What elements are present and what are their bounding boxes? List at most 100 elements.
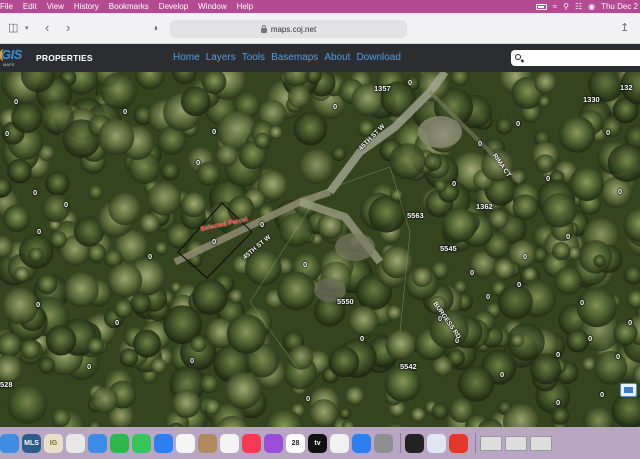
parcel-number[interactable]: 0 bbox=[517, 280, 521, 289]
parcel-number[interactable]: 528 bbox=[0, 380, 13, 389]
search-icon[interactable]: ⚲ bbox=[563, 0, 569, 13]
control-center-icon[interactable]: ☷ bbox=[575, 0, 582, 13]
nav-home[interactable]: Home bbox=[173, 52, 200, 63]
parcel-number[interactable]: 1362 bbox=[476, 202, 493, 211]
window-thumbnail[interactable] bbox=[530, 435, 552, 451]
menu-develop[interactable]: Develop bbox=[154, 0, 193, 13]
parcel-number[interactable]: 0 bbox=[303, 260, 307, 269]
siri-icon[interactable]: ◉ bbox=[588, 0, 595, 13]
parcel-number[interactable]: 5542 bbox=[400, 362, 417, 371]
parcel-number[interactable]: 0 bbox=[37, 227, 41, 236]
dock-app-reminders-icon[interactable] bbox=[220, 433, 239, 453]
parcel-number[interactable]: 0 bbox=[470, 268, 474, 277]
dock-app-mail-icon[interactable] bbox=[88, 433, 107, 453]
parcel-number[interactable]: 0 bbox=[408, 78, 412, 87]
dock-app-ig-icon[interactable]: IG bbox=[44, 433, 63, 453]
parcel-number[interactable]: 0 bbox=[616, 352, 620, 361]
parcel-number[interactable]: 0 bbox=[5, 129, 9, 138]
map-overview-widget[interactable] bbox=[620, 383, 637, 397]
dock-app-messages-icon[interactable] bbox=[132, 433, 151, 453]
window-thumbnail[interactable] bbox=[480, 435, 502, 451]
parcel-number[interactable]: 0 bbox=[606, 128, 610, 137]
parcel-number[interactable]: 0 bbox=[333, 102, 337, 111]
parcel-number[interactable]: 0 bbox=[196, 158, 200, 167]
nav-layers[interactable]: Layers bbox=[206, 52, 236, 63]
parcel-number[interactable]: 0 bbox=[306, 394, 310, 403]
parcel-number[interactable]: 0 bbox=[588, 334, 592, 343]
nav-tools[interactable]: Tools bbox=[242, 52, 265, 63]
parcel-number[interactable]: 0 bbox=[580, 298, 584, 307]
window-thumbnail[interactable] bbox=[505, 435, 527, 451]
dock-app-settings-icon[interactable] bbox=[374, 433, 393, 453]
parcel-number[interactable]: 0 bbox=[115, 318, 119, 327]
parcel-number[interactable]: 132 bbox=[620, 83, 633, 92]
menu-bookmarks[interactable]: Bookmarks bbox=[104, 0, 154, 13]
dock-app-preview-icon[interactable] bbox=[427, 433, 446, 453]
dock-app-photos-icon[interactable] bbox=[176, 433, 195, 453]
dock-app-calendar-icon[interactable]: 28 bbox=[286, 433, 305, 453]
dock-app-podcasts-icon[interactable] bbox=[264, 433, 283, 453]
menu-window[interactable]: Window bbox=[193, 0, 231, 13]
parcel-number[interactable]: 0 bbox=[556, 398, 560, 407]
parcel-number[interactable]: 0 bbox=[500, 370, 504, 379]
battery-icon[interactable] bbox=[535, 3, 547, 10]
dock-app-tv-icon[interactable]: tv bbox=[308, 433, 327, 453]
menu-view[interactable]: View bbox=[42, 0, 69, 13]
wifi-icon[interactable]: ≈ bbox=[553, 0, 557, 13]
dock-app-xcode-icon[interactable] bbox=[352, 433, 371, 453]
menu-file[interactable]: File bbox=[0, 0, 18, 13]
address-bar[interactable]: maps.coj.net bbox=[170, 20, 407, 38]
nav-about[interactable]: About bbox=[324, 52, 350, 63]
dock-app-chrome-icon[interactable] bbox=[66, 433, 85, 453]
parcel-number[interactable]: 0 bbox=[452, 179, 456, 188]
share-icon[interactable]: ↥ bbox=[620, 19, 629, 37]
menu-help[interactable]: Help bbox=[232, 0, 258, 13]
dock-app-facetime-icon[interactable] bbox=[110, 433, 129, 453]
parcel-number[interactable]: 0 bbox=[260, 220, 264, 229]
parcel-number[interactable]: 1330 bbox=[583, 95, 600, 104]
gis-logo[interactable]: GIS MAPS bbox=[0, 46, 32, 70]
parcel-number[interactable]: 0 bbox=[64, 200, 68, 209]
parcel-number[interactable]: 5545 bbox=[440, 244, 457, 253]
parcel-number[interactable]: 0 bbox=[33, 188, 37, 197]
parcel-number[interactable]: 0 bbox=[628, 318, 632, 327]
parcel-number[interactable]: 0 bbox=[618, 187, 622, 196]
parcel-number[interactable]: 0 bbox=[123, 107, 127, 116]
parcel-number[interactable]: 0 bbox=[87, 362, 91, 371]
nav-basemaps[interactable]: Basemaps bbox=[271, 52, 318, 63]
clock[interactable]: Thu Dec 2 bbox=[601, 0, 638, 13]
dock-app-news-icon[interactable] bbox=[330, 433, 349, 453]
parcel-number[interactable]: 0 bbox=[190, 356, 194, 365]
back-icon[interactable]: ‹ bbox=[45, 19, 49, 37]
parcel-number[interactable]: 0 bbox=[516, 119, 520, 128]
search-input[interactable] bbox=[511, 50, 640, 66]
parcel-number[interactable]: 0 bbox=[360, 334, 364, 343]
parcel-number[interactable]: 5550 bbox=[337, 297, 354, 306]
menu-history[interactable]: History bbox=[69, 0, 104, 13]
parcel-number[interactable]: 0 bbox=[600, 390, 604, 399]
parcel-number[interactable]: 0 bbox=[556, 350, 560, 359]
parcel-number[interactable]: 0 bbox=[566, 232, 570, 241]
chevron-down-icon[interactable]: ▾ bbox=[25, 20, 29, 38]
parcel-number[interactable]: 0 bbox=[546, 174, 550, 183]
forward-icon[interactable]: › bbox=[66, 19, 70, 37]
parcel-number[interactable]: 1357 bbox=[374, 84, 391, 93]
parcel-number[interactable]: 0 bbox=[478, 139, 482, 148]
parcel-number[interactable]: 0 bbox=[36, 300, 40, 309]
parcel-number[interactable]: 0 bbox=[486, 292, 490, 301]
dock-app-finder-icon[interactable] bbox=[0, 433, 19, 453]
parcel-number[interactable]: 0 bbox=[212, 127, 216, 136]
menu-edit[interactable]: Edit bbox=[18, 0, 42, 13]
dock-app-pdf-icon[interactable] bbox=[449, 433, 468, 453]
parcel-number[interactable]: 0 bbox=[148, 252, 152, 261]
sidebar-icon[interactable]: ◫ bbox=[8, 19, 18, 37]
parcel-number[interactable]: 0 bbox=[523, 252, 527, 261]
dock-app-mls-icon[interactable]: MLS bbox=[22, 433, 41, 453]
dock-app-music-icon[interactable] bbox=[242, 433, 261, 453]
dock-app-ai-icon[interactable] bbox=[405, 433, 424, 453]
parcel-number[interactable]: 0 bbox=[14, 97, 18, 106]
nav-download[interactable]: Download bbox=[356, 52, 400, 63]
dock-app-contacts-icon[interactable] bbox=[198, 433, 217, 453]
privacy-shield-icon[interactable]: ◑ bbox=[152, 20, 158, 38]
dock-app-appstore-icon[interactable] bbox=[154, 433, 173, 453]
